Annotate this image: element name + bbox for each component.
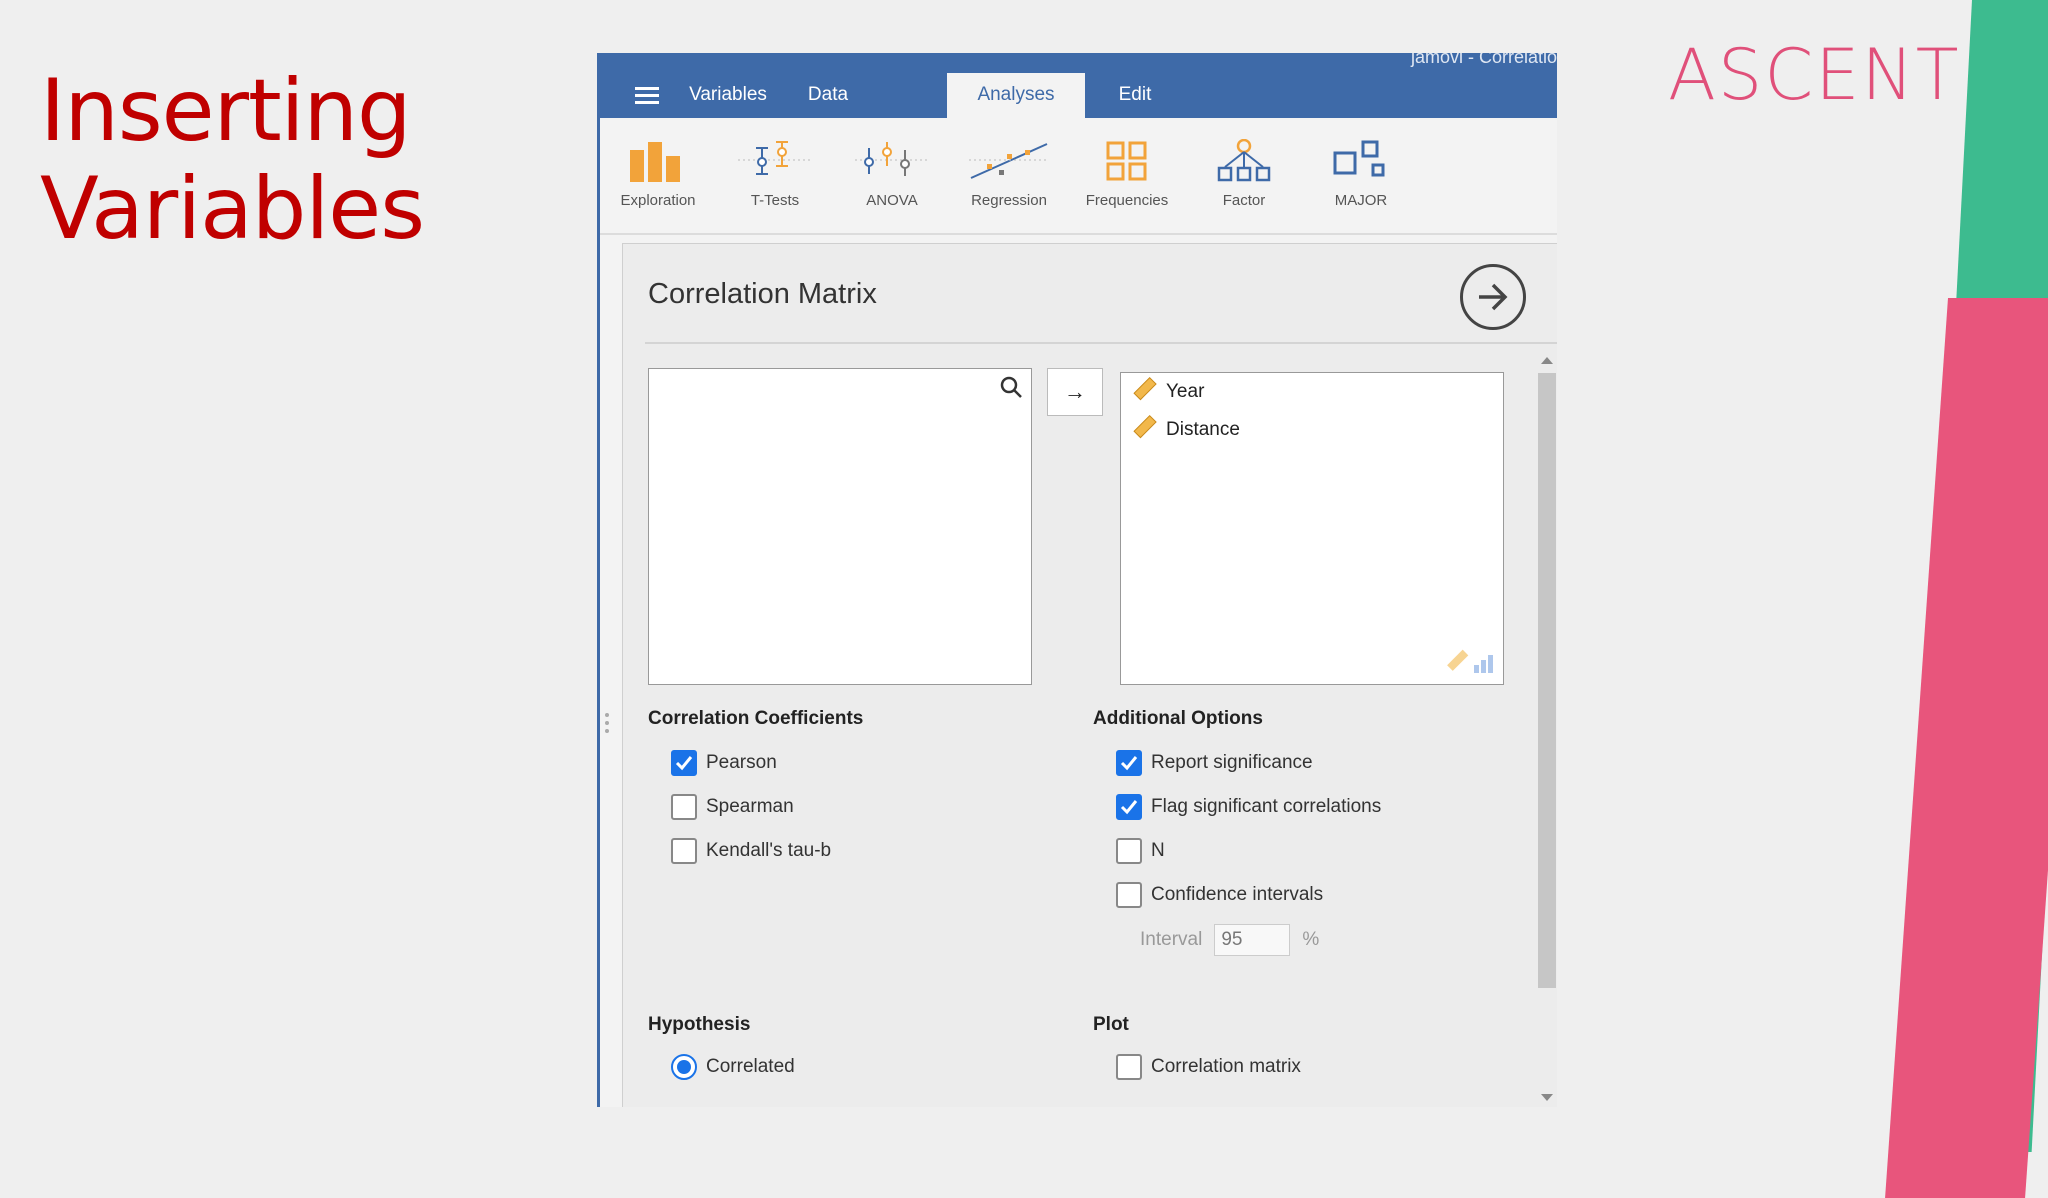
divider <box>645 342 1557 344</box>
toolbar-major[interactable]: MAJOR <box>1306 136 1416 209</box>
ordinal-bars-icon <box>1473 653 1495 678</box>
variable-item-year[interactable]: Year <box>1131 376 1205 408</box>
search-icon[interactable] <box>999 375 1023 404</box>
toolbar-label: Factor <box>1222 192 1266 209</box>
vertical-scrollbar[interactable] <box>1536 349 1557 1107</box>
checkbox-checked[interactable] <box>671 750 697 776</box>
correlated-option[interactable]: Correlated <box>671 1052 795 1082</box>
toolbar-label: MAJOR <box>1334 192 1388 209</box>
analyses-toolbar: Exploration T-Tests ANOVA Regression Fre… <box>600 118 1557 235</box>
toolbar-anova[interactable]: ANOVA <box>837 136 947 209</box>
scrollbar-thumb[interactable] <box>1538 373 1556 988</box>
scroll-up-icon[interactable] <box>1541 357 1553 364</box>
slide-title-line2: Variables <box>40 159 425 259</box>
slide-title-line1: Inserting <box>40 61 412 161</box>
window-title: jamovi - Correlatio <box>1410 53 1557 67</box>
hamburger-menu-icon[interactable] <box>635 87 659 105</box>
checkbox-checked[interactable] <box>1116 794 1142 820</box>
ruler-icon <box>1131 414 1157 446</box>
jamovi-window: jamovi - Correlatio Variables Data Analy… <box>597 53 1557 1107</box>
radio-selected[interactable] <box>671 1054 697 1080</box>
arrow-right-circle-icon[interactable] <box>1460 264 1526 330</box>
option-label: Pearson <box>706 752 777 773</box>
toolbar-label: Frequencies <box>1085 192 1169 209</box>
ruler-icon <box>1131 376 1157 408</box>
slide-title: Inserting Variables <box>40 61 425 259</box>
anova-icon <box>837 136 947 186</box>
selected-variables-list[interactable]: Year Distance <box>1120 372 1504 685</box>
toolbar-factor[interactable]: Factor <box>1189 136 1299 209</box>
toolbar-exploration[interactable]: Exploration <box>603 136 713 209</box>
tab-data[interactable]: Data <box>790 73 866 118</box>
allowed-types-indicator <box>1445 649 1495 678</box>
option-label: Report significance <box>1151 752 1313 773</box>
interval-input[interactable]: 95 <box>1214 924 1291 956</box>
bar-chart-icon <box>603 136 713 186</box>
checkbox-checked[interactable] <box>1116 750 1142 776</box>
toolbar-frequencies[interactable]: Frequencies <box>1072 136 1182 209</box>
option-label: Flag significant correlations <box>1151 796 1382 817</box>
resize-handle[interactable] <box>605 713 609 737</box>
correlation-coefficients-heading: Correlation Coefficients <box>648 708 864 729</box>
factor-icon <box>1189 136 1299 186</box>
scroll-down-icon[interactable] <box>1541 1094 1553 1101</box>
option-label: Spearman <box>706 796 794 817</box>
variable-item-distance[interactable]: Distance <box>1131 414 1240 446</box>
n-option[interactable]: N <box>1116 836 1165 866</box>
decorative-pink-stripe <box>1885 298 2048 1198</box>
move-variable-button[interactable]: → <box>1047 368 1103 416</box>
tab-analyses[interactable]: Analyses <box>947 73 1085 118</box>
hypothesis-heading: Hypothesis <box>648 1014 751 1035</box>
variable-name: Distance <box>1166 419 1240 440</box>
spearman-option[interactable]: Spearman <box>671 792 794 822</box>
interval-unit: % <box>1302 929 1320 950</box>
option-label: Confidence intervals <box>1151 884 1324 905</box>
option-label: Correlated <box>706 1056 795 1077</box>
toolbar-t-tests[interactable]: T-Tests <box>720 136 830 209</box>
report-significance-option[interactable]: Report significance <box>1116 748 1313 778</box>
toolbar-label: Regression <box>971 192 1047 209</box>
checkbox[interactable] <box>671 838 697 864</box>
tab-edit[interactable]: Edit <box>1095 73 1175 118</box>
kendall-option[interactable]: Kendall's tau-b <box>671 836 831 866</box>
checkbox[interactable] <box>1116 838 1142 864</box>
plot-heading: Plot <box>1093 1014 1129 1035</box>
module-icon <box>1306 136 1416 186</box>
correlation-matrix-plot-option[interactable]: Correlation matrix <box>1116 1052 1301 1082</box>
checkbox[interactable] <box>671 794 697 820</box>
variable-name: Year <box>1166 381 1205 402</box>
flag-significant-option[interactable]: Flag significant correlations <box>1116 792 1381 822</box>
correlation-matrix-panel: Correlation Matrix → Year Distance Corre… <box>622 243 1557 1107</box>
pearson-option[interactable]: Pearson <box>671 748 777 778</box>
regression-icon <box>954 136 1064 186</box>
menu-bar: jamovi - Correlatio Variables Data Analy… <box>600 53 1557 118</box>
toolbar-label: Exploration <box>620 192 696 209</box>
ruler-icon <box>1445 649 1469 678</box>
confidence-intervals-option[interactable]: Confidence intervals <box>1116 880 1323 910</box>
option-label: N <box>1151 840 1165 861</box>
toolbar-label: T-Tests <box>750 192 800 209</box>
panel-title: Correlation Matrix <box>648 278 877 310</box>
available-variables-list[interactable] <box>648 368 1032 685</box>
interval-label: Interval <box>1140 929 1203 950</box>
checkbox[interactable] <box>1116 882 1142 908</box>
t-tests-icon <box>720 136 830 186</box>
checkbox[interactable] <box>1116 1054 1142 1080</box>
interval-row: Interval 95 % <box>1140 924 1319 956</box>
toolbar-regression[interactable]: Regression <box>954 136 1064 209</box>
option-label: Kendall's tau-b <box>706 840 832 861</box>
toolbar-label: ANOVA <box>866 192 918 209</box>
option-label: Correlation matrix <box>1151 1056 1301 1077</box>
additional-options-heading: Additional Options <box>1093 708 1263 729</box>
ascent-logo: ASCENT <box>1668 34 1961 116</box>
tab-variables[interactable]: Variables <box>678 73 778 118</box>
frequencies-icon <box>1072 136 1182 186</box>
